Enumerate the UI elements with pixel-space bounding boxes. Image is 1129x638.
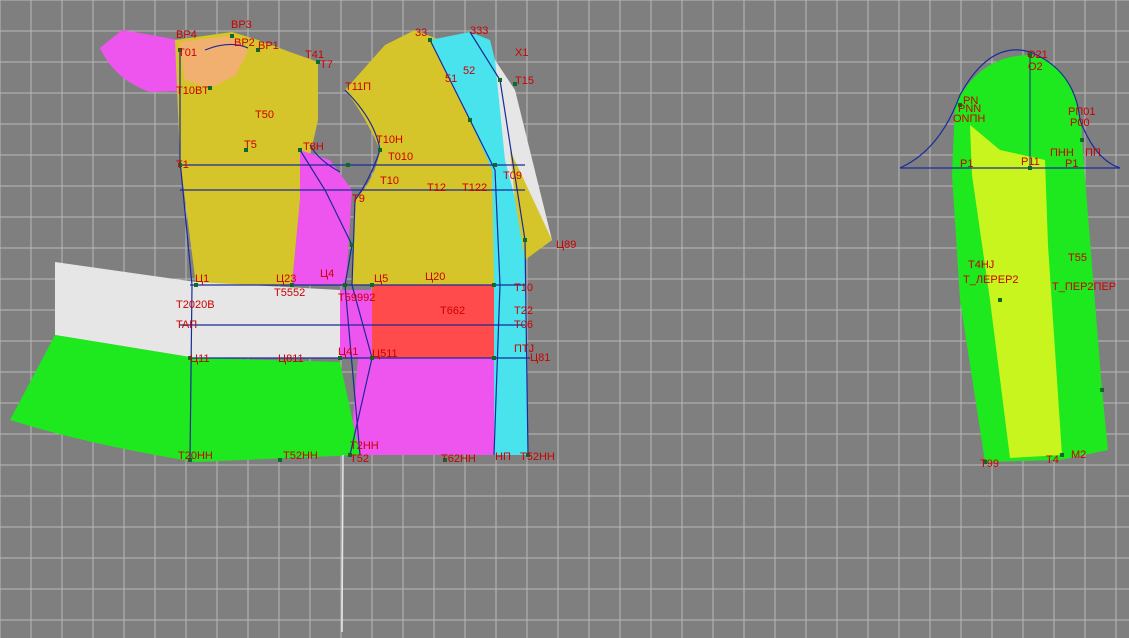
label-t99: T99 — [980, 458, 999, 470]
label-t662: T662 — [440, 305, 465, 317]
label-u89: Ц89 — [556, 239, 576, 251]
construction-point[interactable] — [378, 148, 382, 152]
label-x1: X1 — [515, 47, 528, 59]
label-p1b: P1 — [1065, 158, 1078, 170]
construction-point[interactable] — [468, 118, 472, 122]
construction-point[interactable] — [278, 458, 282, 462]
label-tan: TAП — [176, 319, 197, 331]
construction-point[interactable] — [998, 298, 1002, 302]
label-t50: T50 — [255, 109, 274, 121]
construction-point[interactable] — [1080, 138, 1084, 142]
construction-point[interactable] — [343, 283, 347, 287]
label-t2020b: T2020B — [176, 299, 215, 311]
label-np: HП — [495, 451, 511, 463]
label-t8h: T8H — [303, 141, 324, 153]
label-t10: T10 — [380, 175, 399, 187]
label-t52: T52 — [350, 453, 369, 465]
label-t15: T15 — [515, 75, 534, 87]
label-u811: Ц811 — [278, 353, 304, 365]
label-t5552: T5552 — [274, 287, 305, 299]
label-u81: Ц81 — [530, 352, 550, 364]
label-b33: 333 — [470, 25, 488, 37]
label-t55: T55 — [1068, 252, 1087, 264]
label-u1: Ц1 — [195, 273, 209, 285]
construction-point[interactable] — [493, 163, 497, 167]
label-bp4: BP4 — [176, 29, 197, 41]
label-t5: T5 — [244, 139, 257, 151]
label-p00: P00 — [1070, 117, 1090, 129]
label-t10b: T10 — [514, 282, 533, 294]
construction-point[interactable] — [298, 148, 302, 152]
label-t52hh2: T52HH — [520, 451, 555, 463]
construction-point[interactable] — [492, 356, 496, 360]
label-bp3: BP3 — [231, 19, 252, 31]
label-t52hh: T52HH — [283, 450, 318, 462]
construction-point[interactable] — [350, 243, 354, 247]
construction-point[interactable] — [492, 283, 496, 287]
label-t2hh: T2HH — [350, 440, 379, 452]
construction-point[interactable] — [428, 38, 432, 42]
construction-point[interactable] — [1060, 453, 1064, 457]
label-t11n: T11П — [345, 81, 371, 93]
pattern-canvas[interactable]: BP4 BP3 BP2 BP1 T01 T41 T7 T10BT T50 T5 … — [0, 0, 1129, 638]
label-t22: T22 — [514, 305, 533, 317]
label-t10h: T10H — [376, 134, 403, 146]
label-t010: T010 — [388, 151, 413, 163]
label-t06: T06 — [514, 319, 533, 331]
label-u4: Ц4 — [320, 268, 334, 280]
label-m2: M2 — [1071, 449, 1086, 461]
label-pp: ПП — [1085, 147, 1101, 159]
label-t62hh: T62HH — [441, 453, 476, 465]
label-p11: P11 — [1021, 156, 1040, 168]
label-u11: Ц11 — [190, 353, 210, 365]
label-u41: Ц41 — [338, 346, 358, 358]
label-o21: O21 — [1027, 49, 1048, 61]
label-u20: Ц20 — [425, 271, 445, 283]
construction-point[interactable] — [523, 238, 527, 242]
label-t7: T7 — [320, 59, 333, 71]
label-t09: T09 — [503, 170, 522, 182]
construction-point[interactable] — [1100, 388, 1104, 392]
label-t1: T1 — [176, 159, 189, 171]
label-onpn: ONПН — [953, 113, 985, 125]
label-bp1: BP1 — [258, 40, 279, 52]
label-p1: P1 — [960, 158, 973, 170]
label-bp2: BP2 — [234, 37, 255, 49]
label-t10bt: T10BT — [176, 85, 209, 97]
label-t-lper2: T_ЛЕРЕР2 — [963, 274, 1019, 286]
label-t-per2: T_ПЕР2ПЕР — [1052, 281, 1116, 293]
construction-point[interactable] — [346, 163, 350, 167]
label-u511: Ц511 — [372, 348, 398, 360]
front-dart-panel[interactable] — [292, 150, 352, 285]
label-t9: T9 — [352, 193, 365, 205]
label-52: 52 — [463, 65, 475, 77]
label-u23: Ц23 — [276, 273, 296, 285]
label-t01: T01 — [178, 47, 197, 59]
label-51: 51 — [445, 73, 457, 85]
label-t4hj: T4HJ — [968, 259, 994, 271]
vertical-guide — [341, 454, 344, 633]
label-t59992: T59992 — [338, 292, 375, 304]
construction-point[interactable] — [498, 78, 502, 82]
label-u5: Ц5 — [374, 273, 388, 285]
label-b3: 33 — [415, 27, 427, 39]
label-o2: O2 — [1028, 61, 1043, 73]
label-t20hh: T20HH — [178, 450, 213, 462]
label-t122: T122 — [462, 182, 487, 194]
label-t12: T12 — [427, 182, 446, 194]
label-t4: T4 — [1046, 454, 1059, 466]
